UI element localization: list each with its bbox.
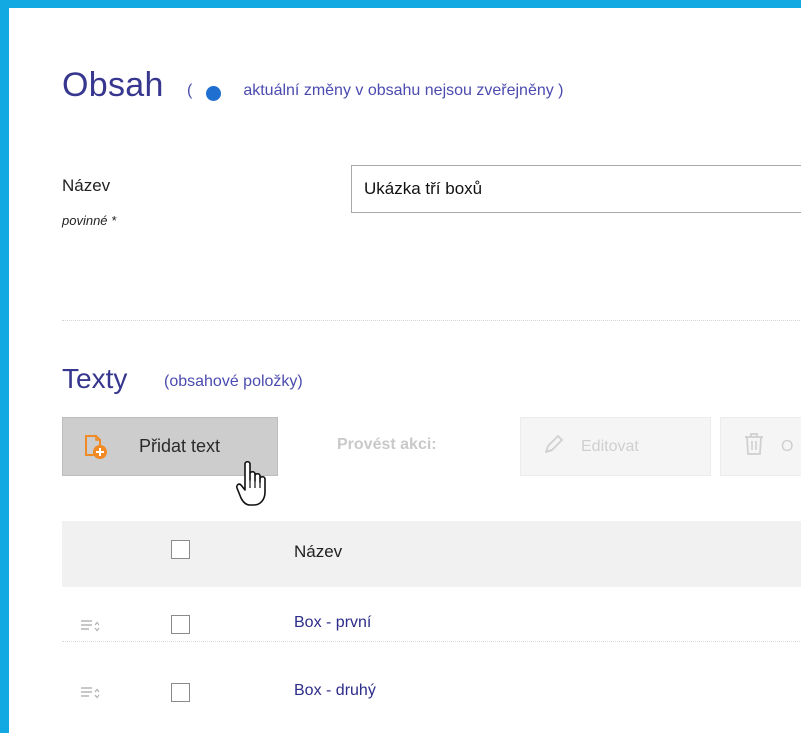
unpublished-status-dot-icon	[206, 85, 222, 101]
drag-reorder-icon[interactable]	[80, 686, 100, 700]
name-field-label: Název	[62, 176, 111, 195]
section-title-texty: Texty	[62, 363, 128, 394]
drag-reorder-icon[interactable]	[80, 619, 100, 633]
row-link[interactable]: Box - druhý	[294, 682, 376, 700]
section-title-obsah: Obsah	[62, 66, 164, 104]
edit-label: Editovat	[581, 437, 639, 455]
select-all-checkbox[interactable]	[171, 540, 190, 559]
publish-status-text: aktuální změny v obsahu nejsou zveřejněn…	[243, 82, 564, 99]
row-link[interactable]: Box - první	[294, 614, 371, 632]
add-document-icon	[83, 434, 109, 460]
page-frame: Obsah ( aktuální změny v obsahu nejsou z…	[0, 0, 801, 733]
publish-status-note: ( aktuální změny v obsahu nejsou zveřejn…	[187, 82, 564, 101]
pencil-icon	[543, 433, 565, 460]
required-hint: povinné *	[62, 213, 117, 228]
delete-button[interactable]: O	[720, 417, 801, 476]
name-input[interactable]	[351, 165, 801, 213]
hand-cursor-icon	[235, 460, 275, 510]
section-divider	[62, 320, 801, 321]
edit-button[interactable]: Editovat	[520, 417, 711, 476]
add-text-label: Přidat text	[139, 436, 221, 456]
section-subtitle-texty: (obsahové položky)	[164, 373, 303, 390]
column-header-name[interactable]: Název	[294, 542, 342, 562]
bulk-action-label: Provést akci:	[337, 436, 437, 453]
trash-icon	[743, 432, 765, 461]
note-open-paren: (	[187, 82, 193, 99]
delete-label: O	[781, 437, 794, 455]
row-checkbox[interactable]	[171, 615, 190, 634]
row-checkbox[interactable]	[171, 683, 190, 702]
